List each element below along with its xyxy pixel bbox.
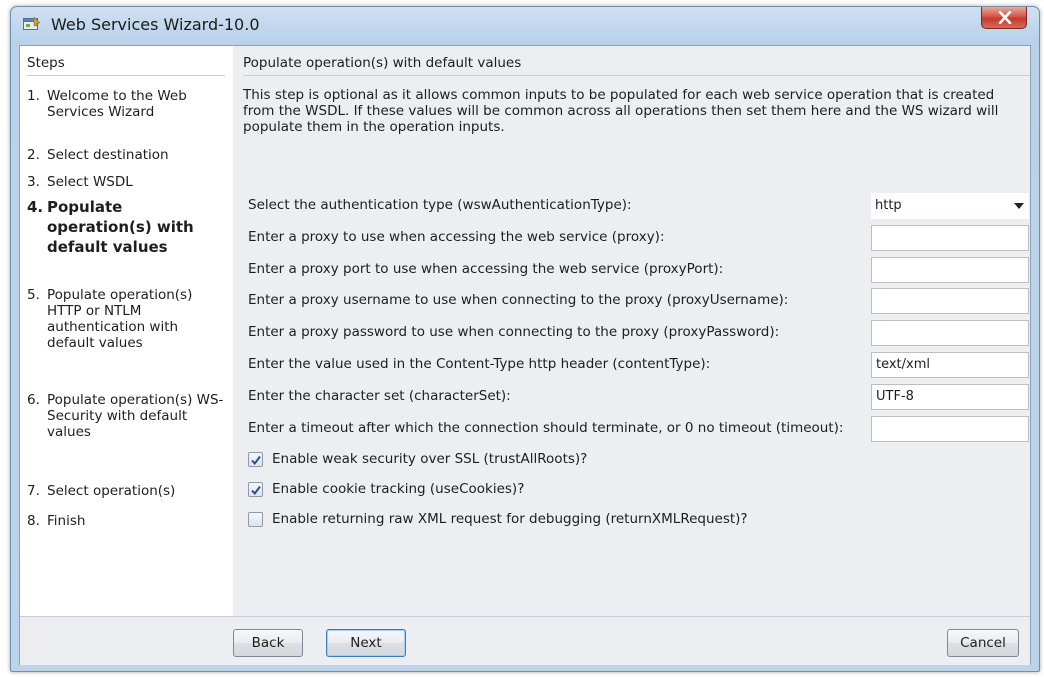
form-row-proxy-port: Enter a proxy port to use when accessing… <box>248 257 1030 283</box>
use-cookies-checkbox[interactable] <box>248 482 263 497</box>
title-bar[interactable]: Web Services Wizard-10.0 <box>11 7 1039 41</box>
field-label: Enter a timeout after which the connecti… <box>248 420 844 436</box>
step-number: 7. <box>27 483 40 499</box>
dropdown-arrow-icon[interactable] <box>1014 203 1024 209</box>
field-label: Enter a proxy port to use when accessing… <box>248 261 724 277</box>
form-row-timeout: Enter a timeout after which the connecti… <box>248 416 1030 442</box>
back-button[interactable]: Back <box>233 629 303 657</box>
form-row-proxy-username: Enter a proxy username to use when conne… <box>248 288 1030 314</box>
step-number: 5. <box>27 287 40 303</box>
wizard-window: Web Services Wizard-10.0 Steps 1. Welcom… <box>10 6 1040 672</box>
character-set-input[interactable]: UTF-8 <box>871 384 1029 410</box>
checkmark-icon <box>251 455 261 466</box>
proxy-password-input[interactable] <box>871 320 1029 346</box>
trust-all-roots-checkbox[interactable] <box>248 452 263 467</box>
step-label: Welcome to the Web Services Wizard <box>47 88 187 120</box>
checkbox-row-trust-all-roots[interactable]: Enable weak security over SSL (trustAllR… <box>248 449 948 471</box>
authentication-type-select[interactable]: http <box>871 193 1029 219</box>
field-label: Enter the character set (characterSet): <box>248 388 511 404</box>
step-number: 6. <box>27 392 40 408</box>
step-label: Select destination <box>47 147 169 163</box>
close-button[interactable] <box>981 7 1027 29</box>
form-row-authentication-type: Select the authentication type (wswAuthe… <box>248 193 1030 219</box>
main-panel: Populate operation(s) with default value… <box>233 46 1030 616</box>
field-label: Enter the value used in the Content-Type… <box>248 356 711 372</box>
field-label: Enter a proxy to use when accessing the … <box>248 229 665 245</box>
wizard-client-area: Steps 1. Welcome to the Web Services Wiz… <box>19 45 1031 665</box>
step-number: 8. <box>27 513 40 529</box>
timeout-input[interactable] <box>871 416 1029 442</box>
field-label: Select the authentication type (wswAuthe… <box>248 197 632 213</box>
proxy-username-input[interactable] <box>871 288 1029 314</box>
close-x-icon <box>998 11 1012 24</box>
next-button[interactable]: Next <box>326 629 406 657</box>
proxy-port-input[interactable] <box>871 257 1029 283</box>
checkbox-row-use-cookies[interactable]: Enable cookie tracking (useCookies)? <box>248 479 948 501</box>
step-number: 1. <box>27 88 40 104</box>
step-number: 4. <box>27 198 44 216</box>
checkbox-row-return-xml-request[interactable]: Enable returning raw XML request for deb… <box>248 509 948 531</box>
form-row-proxy: Enter a proxy to use when accessing the … <box>248 225 1030 251</box>
content-type-input[interactable]: text/xml <box>871 352 1029 378</box>
select-value: http <box>875 198 902 213</box>
field-label: Enter a proxy username to use when conne… <box>248 292 789 308</box>
step-label: Populate operation(s) with default value… <box>47 198 194 256</box>
checkbox-label: Enable weak security over SSL (trustAllR… <box>272 451 588 467</box>
step-description: This step is optional as it allows commo… <box>243 87 999 135</box>
steps-heading: Steps <box>27 55 225 76</box>
checkbox-label: Enable returning raw XML request for deb… <box>272 511 748 527</box>
window-title: Web Services Wizard-10.0 <box>51 15 260 34</box>
checkmark-icon <box>251 485 261 496</box>
step-number: 3. <box>27 174 40 190</box>
checkbox-label: Enable cookie tracking (useCookies)? <box>272 481 525 497</box>
field-label: Enter a proxy password to use when conne… <box>248 324 780 340</box>
proxy-input[interactable] <box>871 225 1029 251</box>
form-row-character-set: Enter the character set (characterSet): … <box>248 384 1030 410</box>
step-number: 2. <box>27 147 40 163</box>
form-row-content-type: Enter the value used in the Content-Type… <box>248 352 1030 378</box>
return-xml-request-checkbox[interactable] <box>248 512 263 527</box>
step-label: Populate operation(s) WS-Security with d… <box>47 392 224 440</box>
form-row-proxy-password: Enter a proxy password to use when conne… <box>248 320 1030 346</box>
step-label: Select WSDL <box>47 174 133 190</box>
step-label: Select operation(s) <box>47 483 176 499</box>
cancel-button[interactable]: Cancel <box>947 629 1019 657</box>
wizard-app-icon <box>23 16 41 32</box>
step-label: Finish <box>47 513 86 529</box>
step-label: Populate operation(s) HTTP or NTLM authe… <box>47 287 193 351</box>
wizard-footer: Back Next Cancel <box>20 616 1030 665</box>
steps-sidebar: Steps 1. Welcome to the Web Services Wiz… <box>20 46 233 616</box>
page-title: Populate operation(s) with default value… <box>243 55 1030 76</box>
